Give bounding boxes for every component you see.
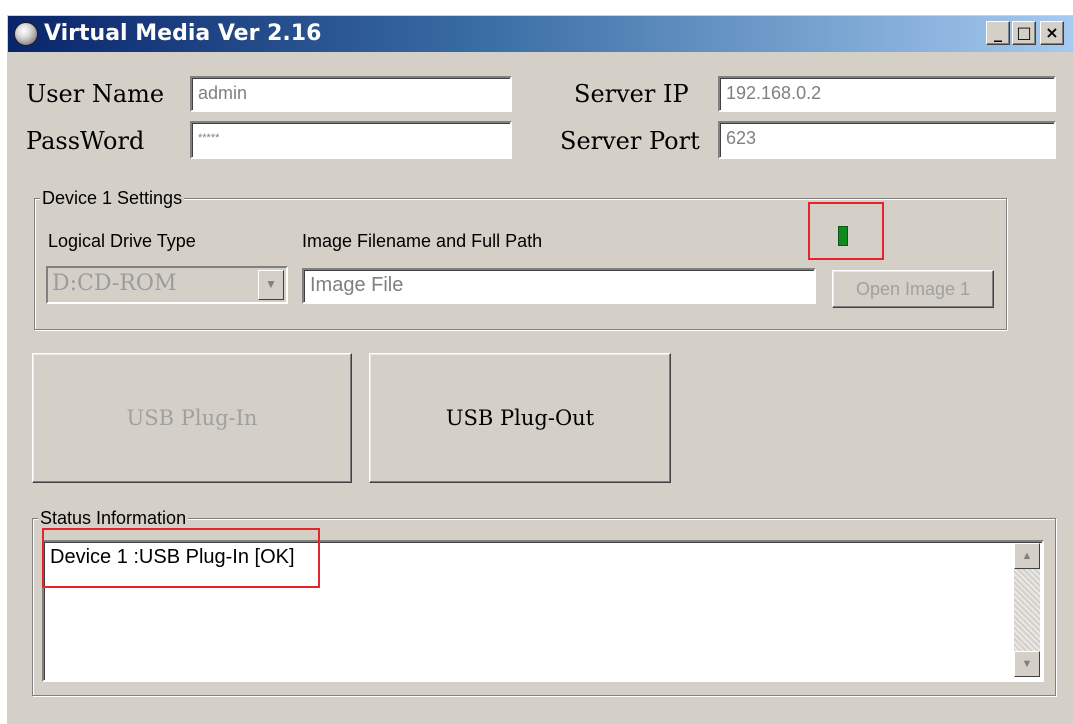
password-field[interactable]: ***** bbox=[190, 121, 512, 159]
user-name-field[interactable]: admin bbox=[190, 76, 512, 112]
maximize-icon: □ bbox=[1016, 23, 1032, 42]
status-group-title: Status Information bbox=[38, 508, 189, 528]
scroll-up-icon[interactable]: ▲ bbox=[1014, 543, 1040, 569]
server-port-field[interactable]: 623 bbox=[718, 121, 1056, 159]
window-title: Virtual Media Ver 2.16 bbox=[44, 21, 322, 46]
scroll-down-icon[interactable]: ▼ bbox=[1014, 651, 1040, 677]
device1-group-title: Device 1 Settings bbox=[40, 188, 185, 208]
close-icon: × bbox=[1045, 23, 1059, 42]
server-port-label: Server Port bbox=[560, 127, 700, 155]
usb-plug-in-button[interactable]: USB Plug-In bbox=[32, 353, 352, 483]
minimize-button[interactable]: _ bbox=[986, 21, 1010, 45]
usb-plug-out-button[interactable]: USB Plug-Out bbox=[369, 353, 671, 483]
drive-type-label: Logical Drive Type bbox=[48, 231, 196, 251]
chevron-down-icon[interactable]: ▼ bbox=[258, 270, 284, 300]
status-message: Device 1 :USB Plug-In [OK] bbox=[50, 546, 295, 568]
maximize-button[interactable]: □ bbox=[1012, 21, 1036, 45]
password-label: PassWord bbox=[26, 127, 145, 155]
cd-disc-icon bbox=[14, 22, 38, 46]
image-file-input[interactable]: Image File bbox=[302, 268, 816, 304]
server-ip-field[interactable]: 192.168.0.2 bbox=[718, 76, 1056, 112]
drive-type-value: D:CD-ROM bbox=[52, 271, 177, 296]
image-path-label: Image Filename and Full Path bbox=[302, 231, 543, 251]
user-name-label: User Name bbox=[26, 80, 165, 108]
status-led-indicator bbox=[838, 226, 848, 246]
server-ip-label: Server IP bbox=[574, 80, 689, 108]
open-image-button[interactable]: Open Image 1 bbox=[832, 270, 994, 308]
minimize-icon: _ bbox=[994, 23, 1002, 42]
close-button[interactable]: × bbox=[1040, 21, 1064, 45]
drive-type-dropdown[interactable]: D:CD-ROM bbox=[46, 266, 288, 304]
